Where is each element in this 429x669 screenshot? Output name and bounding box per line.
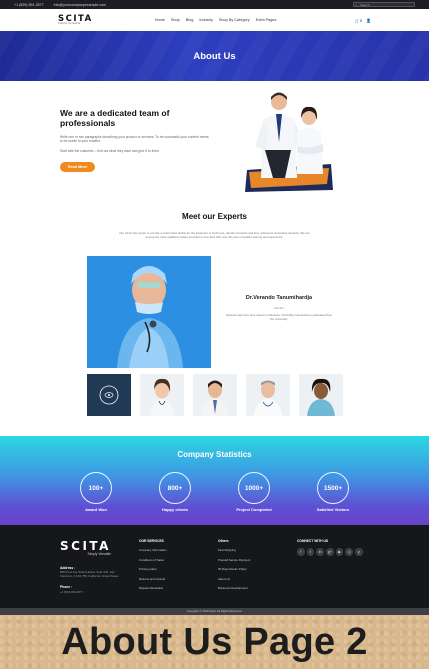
team-photo [245,92,333,192]
doctor-image [87,256,211,368]
footer-col-heading: OUR SERVICES [139,539,164,543]
caption-banner: About Us Page 2 [0,615,429,669]
facebook-icon[interactable]: f [297,548,305,556]
footer-link[interactable]: Dispute Resolution [139,586,167,590]
team-paragraph: Write one or two paragraphs describing y… [60,135,209,144]
footer-connect-column: CONNECT WITH US f t in g+ ▶ ◎ p [297,539,363,556]
stat-visitors: 1500+ Satisfied Visitors [308,472,358,512]
search-input[interactable]: ⌕ Search [353,2,415,7]
top-bar-right: ⌕ Search [353,2,415,7]
logo-tagline: Simply Versatile [58,22,81,25]
caption-text: About Us Page 2 [61,620,368,663]
stat-value: 100+ [80,472,112,504]
linkedin-icon[interactable]: in [316,548,324,556]
search-icon: ⌕ [355,3,358,7]
nav-shop-by-category[interactable]: Shop By Category [219,18,250,22]
email-text: info@yourcompanyexample.com [53,2,107,7]
cart-icon[interactable]: 🛒0 [355,18,362,23]
doctor-thumb-5[interactable] [299,374,343,416]
nav-blog[interactable]: Blog [186,18,194,22]
nav-shop[interactable]: Shop [171,18,180,22]
stat-value: 1000+ [238,472,270,504]
footer-link[interactable]: 30 Days Return Policy [218,567,250,571]
footer-link[interactable]: Returns and refunds [139,577,167,581]
doctor-thumb-2[interactable] [140,374,184,416]
user-icon[interactable]: 👤 [366,18,371,23]
phone-label: Phone : [60,585,73,589]
doctor-bio: Verando was born and raised in Indonesia… [225,313,333,322]
footer-others-column: Others Fast Shipping Prepaid Secure Paym… [218,539,250,596]
nav-links: Home Shop Blog Industry Shop By Category… [155,18,277,22]
site-logo[interactable]: SCITA Simply Versatile [58,14,93,26]
nav-extra-pages[interactable]: Extra Pages [256,18,277,22]
footer-logo-mark: SCITA [60,539,111,553]
doctor-thumb-4[interactable] [246,374,290,416]
doctor-name: Dr.Verando Tanumihardja [245,295,313,301]
stats-title: Company Statistics [177,450,252,459]
site-footer: SCITA Simply Versatile Address : 888 Pro… [0,525,429,608]
footer-link[interactable]: Privacy policy [139,567,167,571]
stat-projects: 1000+ Project Completed [229,472,279,512]
stat-label: Award Won [85,507,107,512]
stat-label: Satisfied Visitors [316,507,350,512]
top-bar: +1 (609) 891-3577 info@yourcompanyexampl… [0,0,429,9]
nav-home[interactable]: Home [155,18,165,22]
stat-value: 800+ [159,472,191,504]
stat-value: 1500+ [317,472,349,504]
footer-link[interactable]: Business Development [218,586,250,590]
team-heading: We are a dedicated team of professionals [60,108,170,128]
social-icons: f t in g+ ▶ ◎ p [297,548,363,556]
footer-phone: +1 (609) 891-3577 [60,590,84,594]
stat-awards: 100+ Award Won [71,472,121,512]
experts-description: Our Clinic has grown to provide a world … [119,231,310,240]
copyright-text: Copyright © 2019 Scita. All Rights Reser… [0,608,429,615]
footer-col-heading: CONNECT WITH US [297,539,329,543]
footer-link[interactable]: Fast Shipping [218,548,250,552]
search-placeholder: Search [360,2,370,7]
phone-text: +1 (609) 891-3577 [14,2,44,7]
experts-title: Meet our Experts [182,212,247,221]
page-title: About Us [193,50,236,62]
footer-services-column: OUR SERVICES Company Information Conditi… [139,539,167,596]
featured-doctor-photo [87,256,211,368]
footer-link[interactable]: Company Information [139,548,167,552]
doctor-thumbnails [87,374,343,416]
read-more-button[interactable]: Read More [60,162,95,172]
instagram-icon[interactable]: ◎ [345,548,353,556]
pinterest-icon[interactable]: p [355,548,363,556]
stat-label: Project Completed [236,507,272,512]
footer-link[interactable]: Conditions of Sales [139,558,167,562]
youtube-icon[interactable]: ▶ [335,548,344,556]
doctor-thumb-1[interactable] [87,374,131,416]
page-hero: About Us [0,31,429,81]
footer-link[interactable]: About Us [218,577,250,581]
doctor-role: Dentist [274,306,284,310]
footer-col-heading: Others [218,539,229,543]
company-stats-section: Company Statistics 100+ Award Won 800+ H… [0,436,429,525]
stat-label: Happy clients [161,507,188,512]
footer-link[interactable]: Prepaid Secure Payment [218,558,250,562]
cart-count: 0 [359,17,363,23]
doctor-thumb-3[interactable] [193,374,237,416]
nav-industry[interactable]: Industry [199,18,213,22]
address-text: 888 Proot Ave Street Hollow, Suite 540, … [60,570,119,578]
twitter-icon[interactable]: t [306,548,315,556]
stat-clients: 800+ Happy clients [150,472,200,512]
google-plus-icon[interactable]: g+ [326,548,334,556]
footer-logo[interactable]: SCITA Simply Versatile [60,540,111,556]
main-navbar: SCITA Simply Versatile Home Shop Blog In… [0,9,429,31]
team-paragraph-2: Start with the customer – find out what … [60,149,160,153]
nav-icons: 🛒0 👤 [355,18,371,23]
